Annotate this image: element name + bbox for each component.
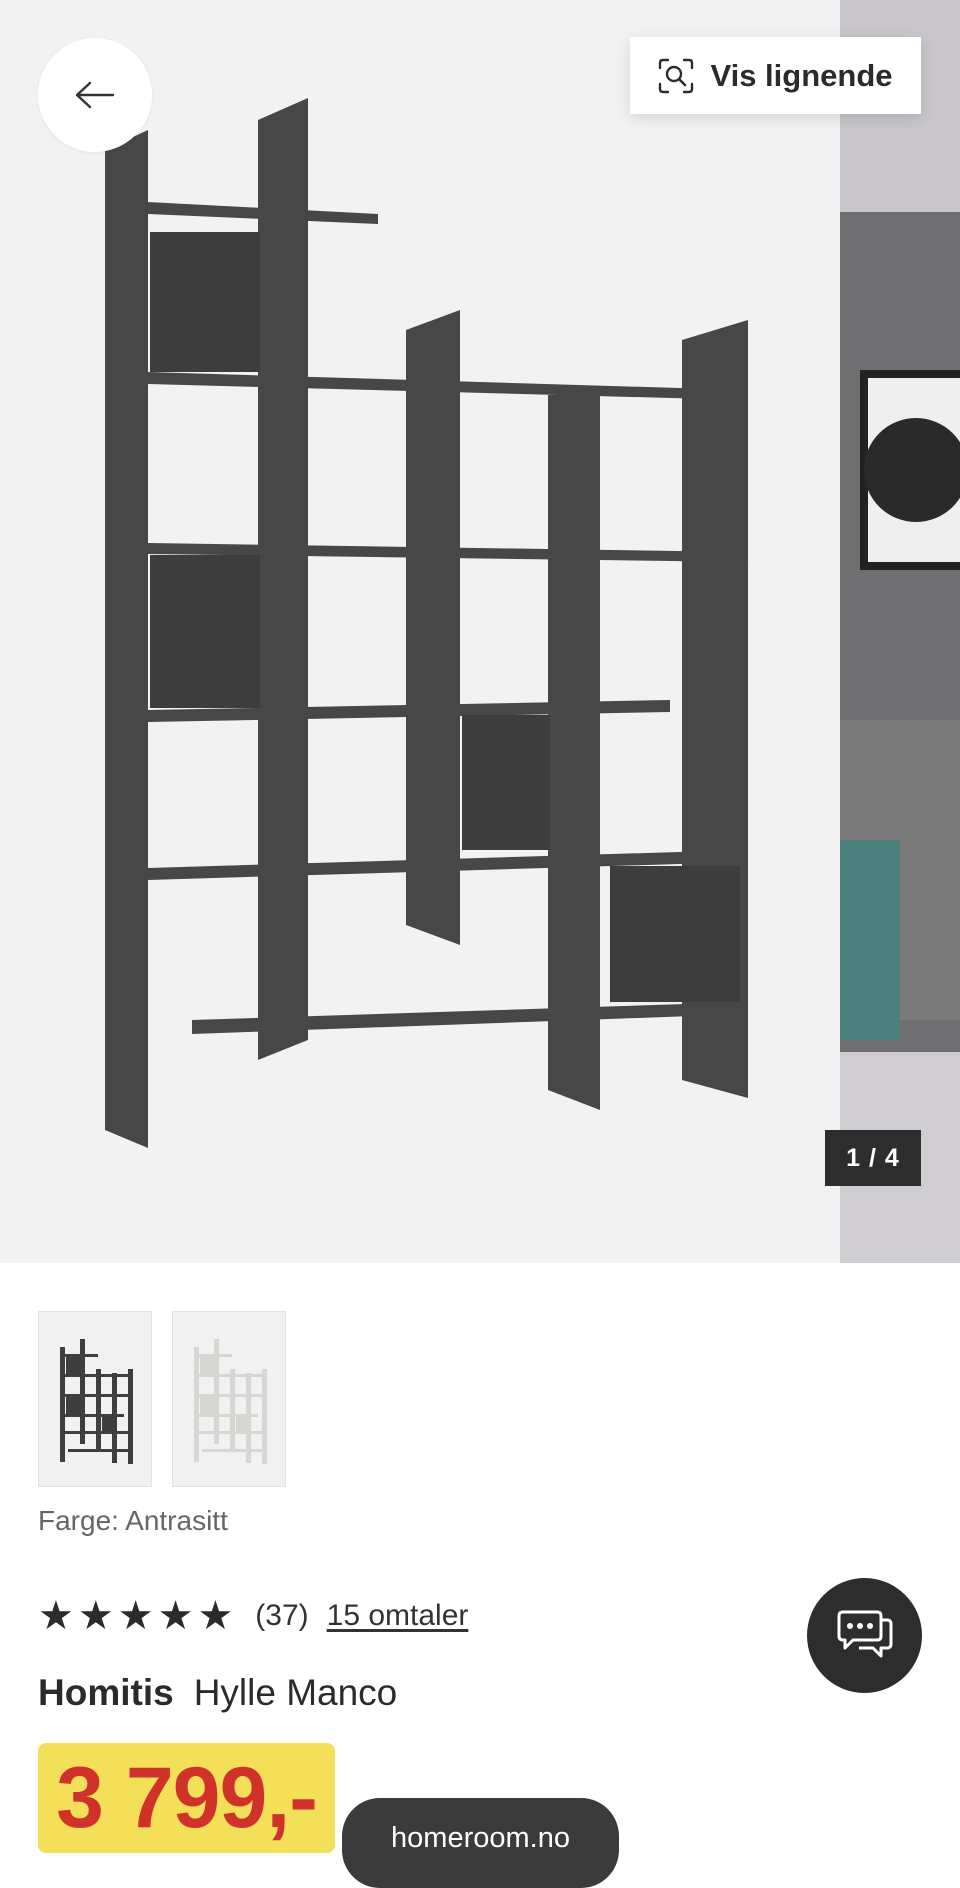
chat-bubbles-icon [837,1610,892,1657]
star-icon: ★ [77,1594,114,1638]
living-room-image [840,0,960,1263]
product-brand[interactable]: Homitis [38,1672,174,1713]
image-counter: 1 / 4 [825,1130,921,1186]
reviews-link[interactable]: 15 omtaler [327,1599,469,1633]
arrow-left-icon [75,81,115,109]
browser-url: homeroom.no [391,1822,570,1854]
product-title: Homitis Hylle Manco [38,1672,397,1714]
star-icon: ★ [157,1594,194,1638]
thumbnail-hvit[interactable] [172,1311,286,1487]
star-icon: ★ [197,1594,234,1638]
color-variant-thumbnails [38,1311,286,1487]
show-similar-label: Vis lignende [710,57,893,93]
product-price: 3 799,- [56,1749,318,1846]
chat-button[interactable] [807,1578,922,1693]
show-similar-button[interactable]: Vis lignende [630,37,921,114]
rating-count: (37) [255,1599,309,1632]
bookshelf-white-thumbnail [194,1339,267,1464]
bookshelf-dark-thumbnail [60,1339,133,1464]
browser-url-bar[interactable]: homeroom.no [342,1798,619,1888]
back-button[interactable] [38,38,152,152]
product-image-bookshelf [0,0,840,1263]
product-image-gallery[interactable]: Vis lignende 1 / 4 [0,0,960,1263]
visual-search-icon [658,58,694,94]
star-icon: ★ [38,1594,74,1638]
rating-stars: ★ ★ ★ ★ ★ [38,1596,233,1636]
product-name: Hylle Manco [193,1672,398,1713]
next-image-preview[interactable] [840,0,960,1263]
product-rating: ★ ★ ★ ★ ★ (37) 15 omtaler [38,1596,468,1636]
thumbnail-antrasitt[interactable] [38,1311,152,1487]
star-icon: ★ [117,1594,154,1638]
selected-color-label: Farge: Antrasitt [38,1505,228,1536]
price-badge: 3 799,- [38,1743,335,1853]
